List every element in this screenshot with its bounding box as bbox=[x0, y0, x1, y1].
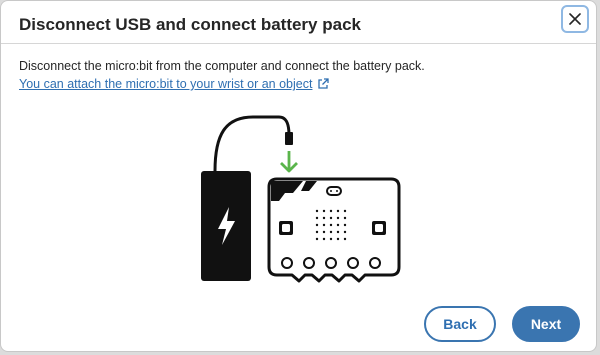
arrow-down-icon bbox=[280, 151, 298, 173]
close-icon bbox=[569, 13, 581, 25]
back-button[interactable]: Back bbox=[424, 306, 496, 342]
battery-dialog: Disconnect USB and connect battery pack … bbox=[0, 0, 597, 352]
dialog-title: Disconnect USB and connect battery pack bbox=[19, 15, 361, 34]
close-button[interactable] bbox=[561, 5, 589, 33]
wrist-attach-link-label: You can attach the micro:bit to your wri… bbox=[19, 77, 313, 91]
header-divider bbox=[1, 43, 596, 44]
external-link-icon bbox=[318, 78, 330, 89]
battery-bolt-icon bbox=[201, 171, 251, 281]
instruction-text: Disconnect the micro:bit from the comput… bbox=[19, 59, 425, 73]
wrist-attach-link[interactable]: You can attach the micro:bit to your wri… bbox=[19, 76, 330, 92]
cable bbox=[213, 115, 291, 172]
next-button[interactable]: Next bbox=[512, 306, 580, 342]
microbit-board bbox=[267, 177, 401, 283]
usb-plug bbox=[285, 132, 293, 145]
battery-microbit-illustration bbox=[201, 115, 401, 283]
